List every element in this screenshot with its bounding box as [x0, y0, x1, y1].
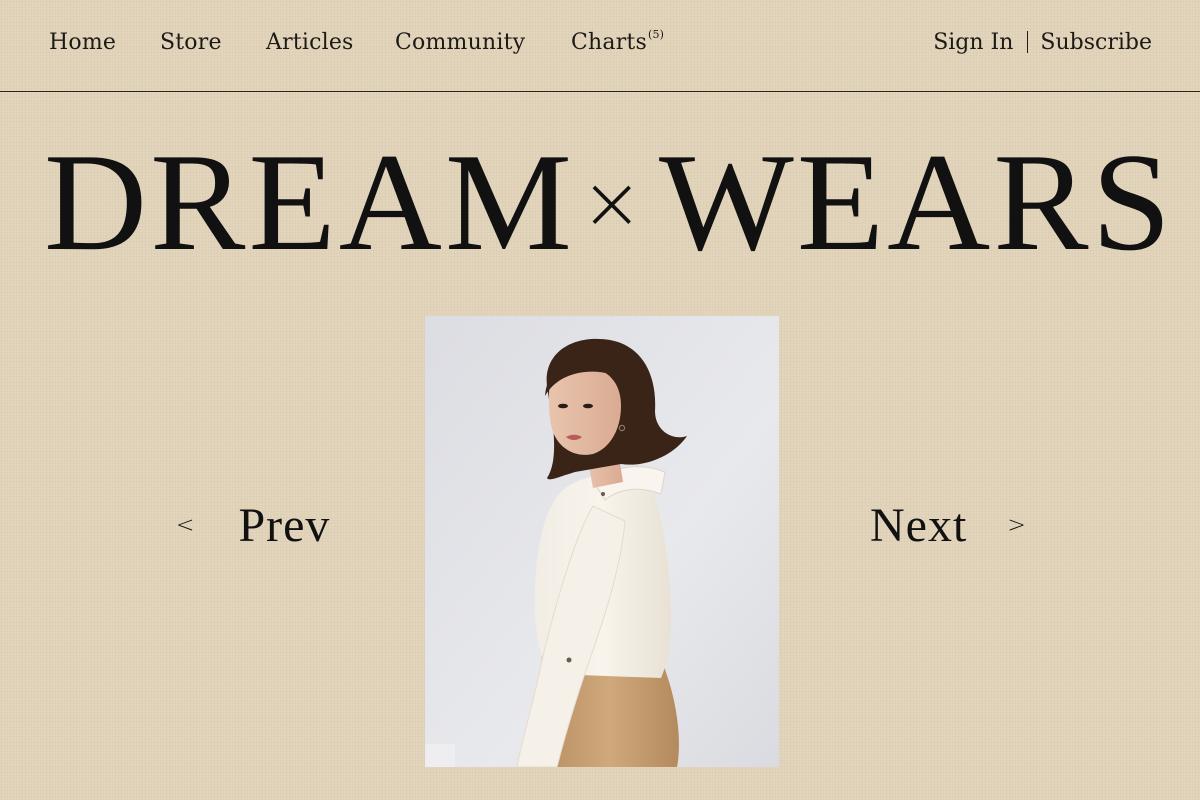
brand-title-separator: × — [580, 160, 643, 246]
divider — [1027, 31, 1029, 53]
nav-link-home[interactable]: Home — [49, 30, 116, 55]
nav-link-store[interactable]: Store — [160, 30, 222, 55]
model-illustration — [425, 316, 779, 767]
chevron-left-icon: < — [176, 513, 195, 538]
prev-button[interactable]: < Prev — [176, 498, 330, 553]
brand-title-right: WEARS — [658, 125, 1175, 280]
charts-count-badge: (5) — [647, 28, 665, 41]
nav-link-charts-label: Charts — [571, 30, 647, 55]
brand-title-left: DREAM — [44, 125, 576, 280]
brand-title: DREAM × WEARS — [44, 133, 1171, 273]
sign-in-link[interactable]: Sign In — [933, 30, 1013, 55]
next-button[interactable]: Next > — [870, 498, 1026, 553]
nav-link-charts[interactable]: Charts(5) — [571, 28, 665, 55]
top-navigation: Home Store Articles Community Charts(5) … — [0, 0, 1200, 92]
nav-link-community[interactable]: Community — [395, 30, 525, 55]
account-links: Sign In Subscribe — [933, 30, 1152, 55]
chevron-right-icon: > — [1007, 513, 1026, 538]
nav-link-articles[interactable]: Articles — [266, 30, 354, 55]
subscribe-link[interactable]: Subscribe — [1040, 30, 1152, 55]
next-label: Next — [870, 499, 968, 552]
prev-label: Prev — [238, 499, 331, 552]
featured-model-photo — [425, 316, 779, 767]
